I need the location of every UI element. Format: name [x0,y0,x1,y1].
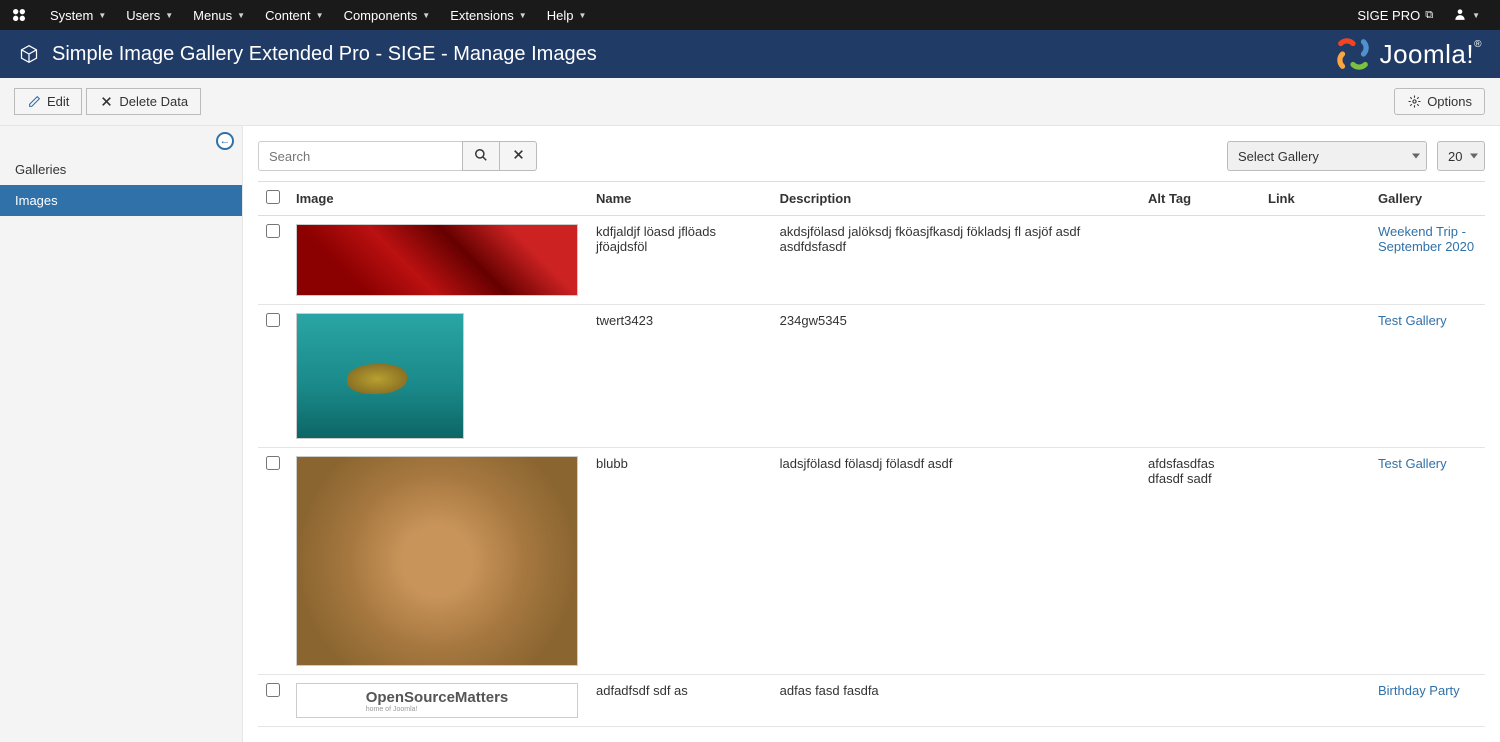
select-limit-dropdown[interactable]: 20 [1437,141,1485,171]
table-row: OpenSourceMattershome of Joomla! adfadfs… [258,675,1485,727]
image-thumbnail[interactable] [296,313,464,439]
menu-users[interactable]: Users▼ [116,0,183,30]
sidebar: ← Galleries Images [0,126,243,742]
col-gallery[interactable]: Gallery [1370,182,1485,216]
image-thumbnail[interactable] [296,224,578,296]
row-checkbox[interactable] [266,456,280,470]
cell-alt: afdsfasdfas dfasdf sadf [1140,448,1260,675]
pencil-icon [27,95,41,109]
cell-name: blubb [588,448,772,675]
close-icon [99,95,113,109]
caret-icon: ▼ [237,11,245,20]
gallery-link[interactable]: Test Gallery [1378,456,1447,471]
menu-system[interactable]: System▼ [40,0,116,30]
images-table: Image Name Description Alt Tag Link Gall… [258,181,1485,727]
admin-topbar: System▼ Users▼ Menus▼ Content▼ Component… [0,0,1500,30]
cell-link [1260,216,1370,305]
gallery-link[interactable]: Birthday Party [1378,683,1460,698]
cell-name: kdfjaldjf löasd jflöads jföajdsföl [588,216,772,305]
caret-icon: ▼ [165,11,173,20]
menu-content[interactable]: Content▼ [255,0,333,30]
image-thumbnail[interactable] [296,456,578,666]
user-menu[interactable]: ▼ [1443,0,1490,30]
cube-icon [18,43,40,65]
caret-icon: ▼ [578,11,586,20]
cell-alt [1140,216,1260,305]
menu-help[interactable]: Help▼ [537,0,597,30]
clear-search-button[interactable] [499,141,537,171]
gallery-link[interactable]: Test Gallery [1378,313,1447,328]
sidebar-item-galleries[interactable]: Galleries [0,154,242,185]
caret-icon: ▼ [98,11,106,20]
cell-link [1260,448,1370,675]
topbar-menu: System▼ Users▼ Menus▼ Content▼ Component… [40,0,596,30]
col-link[interactable]: Link [1260,182,1370,216]
caret-icon: ▼ [1472,11,1480,20]
col-description[interactable]: Description [772,182,1140,216]
menu-components[interactable]: Components▼ [334,0,441,30]
arrow-left-icon: ← [220,135,231,147]
main-content: Select Gallery 20 Image Name Description… [243,126,1500,742]
caret-icon: ▼ [519,11,527,20]
close-icon [512,148,525,164]
col-name[interactable]: Name [588,182,772,216]
sidebar-item-images[interactable]: Images [0,185,242,216]
external-link-icon: ⧉ [1425,9,1433,22]
col-alt[interactable]: Alt Tag [1140,182,1260,216]
delete-data-button[interactable]: Delete Data [86,88,201,115]
sidebar-collapse-button[interactable]: ← [216,132,234,150]
search-icon [474,148,488,165]
col-image[interactable]: Image [288,182,588,216]
page-header: Simple Image Gallery Extended Pro - SIGE… [0,30,1500,78]
gallery-link[interactable]: Weekend Trip - September 2020 [1378,224,1474,254]
cell-description: ladsjfölasd fölasdj fölasdf asdf [772,448,1140,675]
cell-name: twert3423 [588,305,772,448]
cell-description: 234gw5345 [772,305,1140,448]
caret-icon: ▼ [316,11,324,20]
image-thumbnail[interactable]: OpenSourceMattershome of Joomla! [296,683,578,718]
row-checkbox[interactable] [266,224,280,238]
caret-icon: ▼ [422,11,430,20]
joomla-logo: Joomla!® [1332,33,1482,75]
select-all-checkbox[interactable] [266,190,280,204]
cell-link [1260,305,1370,448]
cell-description: adfas fasd fasdfa [772,675,1140,727]
table-row: blubb ladsjfölasd fölasdj fölasdf asdf a… [258,448,1485,675]
cell-alt [1140,675,1260,727]
menu-extensions[interactable]: Extensions▼ [440,0,537,30]
table-row: twert3423 234gw5345 Test Gallery [258,305,1485,448]
cell-name: adfadfsdf sdf as [588,675,772,727]
cell-alt [1140,305,1260,448]
search-input[interactable] [258,141,463,171]
edit-button[interactable]: Edit [14,88,82,115]
cell-description: akdsjfölasd jalöksdj fköasjfkasdj föklad… [772,216,1140,305]
joomla-icon [10,6,28,24]
select-gallery-dropdown[interactable]: Select Gallery [1227,141,1427,171]
options-button[interactable]: Options [1394,88,1485,115]
action-toolbar: Edit Delete Data Options [0,78,1500,126]
sige-pro-link[interactable]: SIGE PRO⧉ [1347,0,1443,30]
row-checkbox[interactable] [266,313,280,327]
page-title: Simple Image Gallery Extended Pro - SIGE… [52,43,1332,66]
gear-icon [1407,95,1421,109]
cell-link [1260,675,1370,727]
user-icon [1453,7,1467,24]
row-checkbox[interactable] [266,683,280,697]
menu-menus[interactable]: Menus▼ [183,0,255,30]
filter-bar: Select Gallery 20 [258,141,1485,171]
search-button[interactable] [462,141,500,171]
table-row: kdfjaldjf löasd jflöads jföajdsföl akdsj… [258,216,1485,305]
